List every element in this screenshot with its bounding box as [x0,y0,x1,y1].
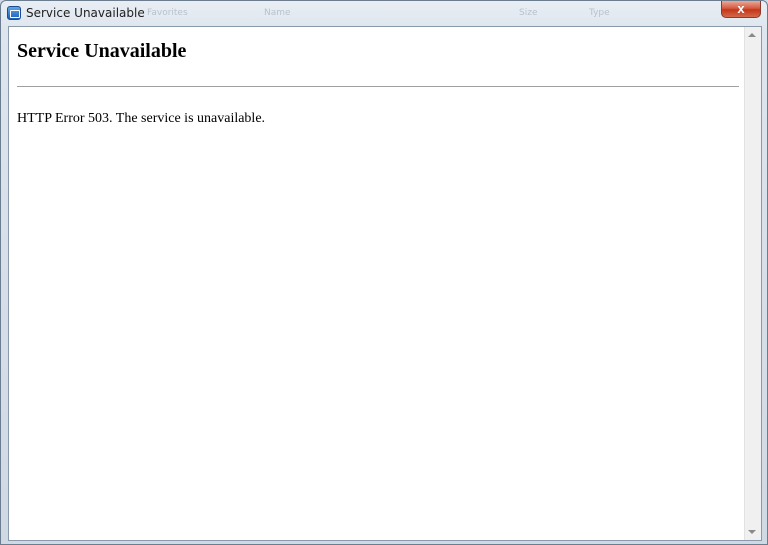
close-button[interactable]: x [721,1,761,18]
background-favorites-label: Favorites [147,8,188,18]
title-bar[interactable]: Service Unavailable Favorites Name Size … [1,1,767,26]
page-content: Service Unavailable HTTP Error 503. The … [9,27,744,540]
window-title: Service Unavailable [26,6,145,20]
scroll-up-arrow-icon[interactable] [748,33,756,37]
page-heading: Service Unavailable [17,40,187,62]
background-type-label: Type [589,8,610,18]
browser-window-icon [7,6,21,20]
close-icon: x [737,1,745,16]
error-message: HTTP Error 503. The service is unavailab… [17,111,266,126]
background-size-label: Size [519,8,538,18]
scroll-down-arrow-icon[interactable] [748,530,756,534]
page-viewport: Service Unavailable HTTP Error 503. The … [8,26,762,541]
horizontal-rule [17,86,739,87]
background-name-label: Name [264,8,291,18]
vertical-scrollbar[interactable] [744,27,761,540]
browser-window: Service Unavailable Favorites Name Size … [0,0,768,545]
